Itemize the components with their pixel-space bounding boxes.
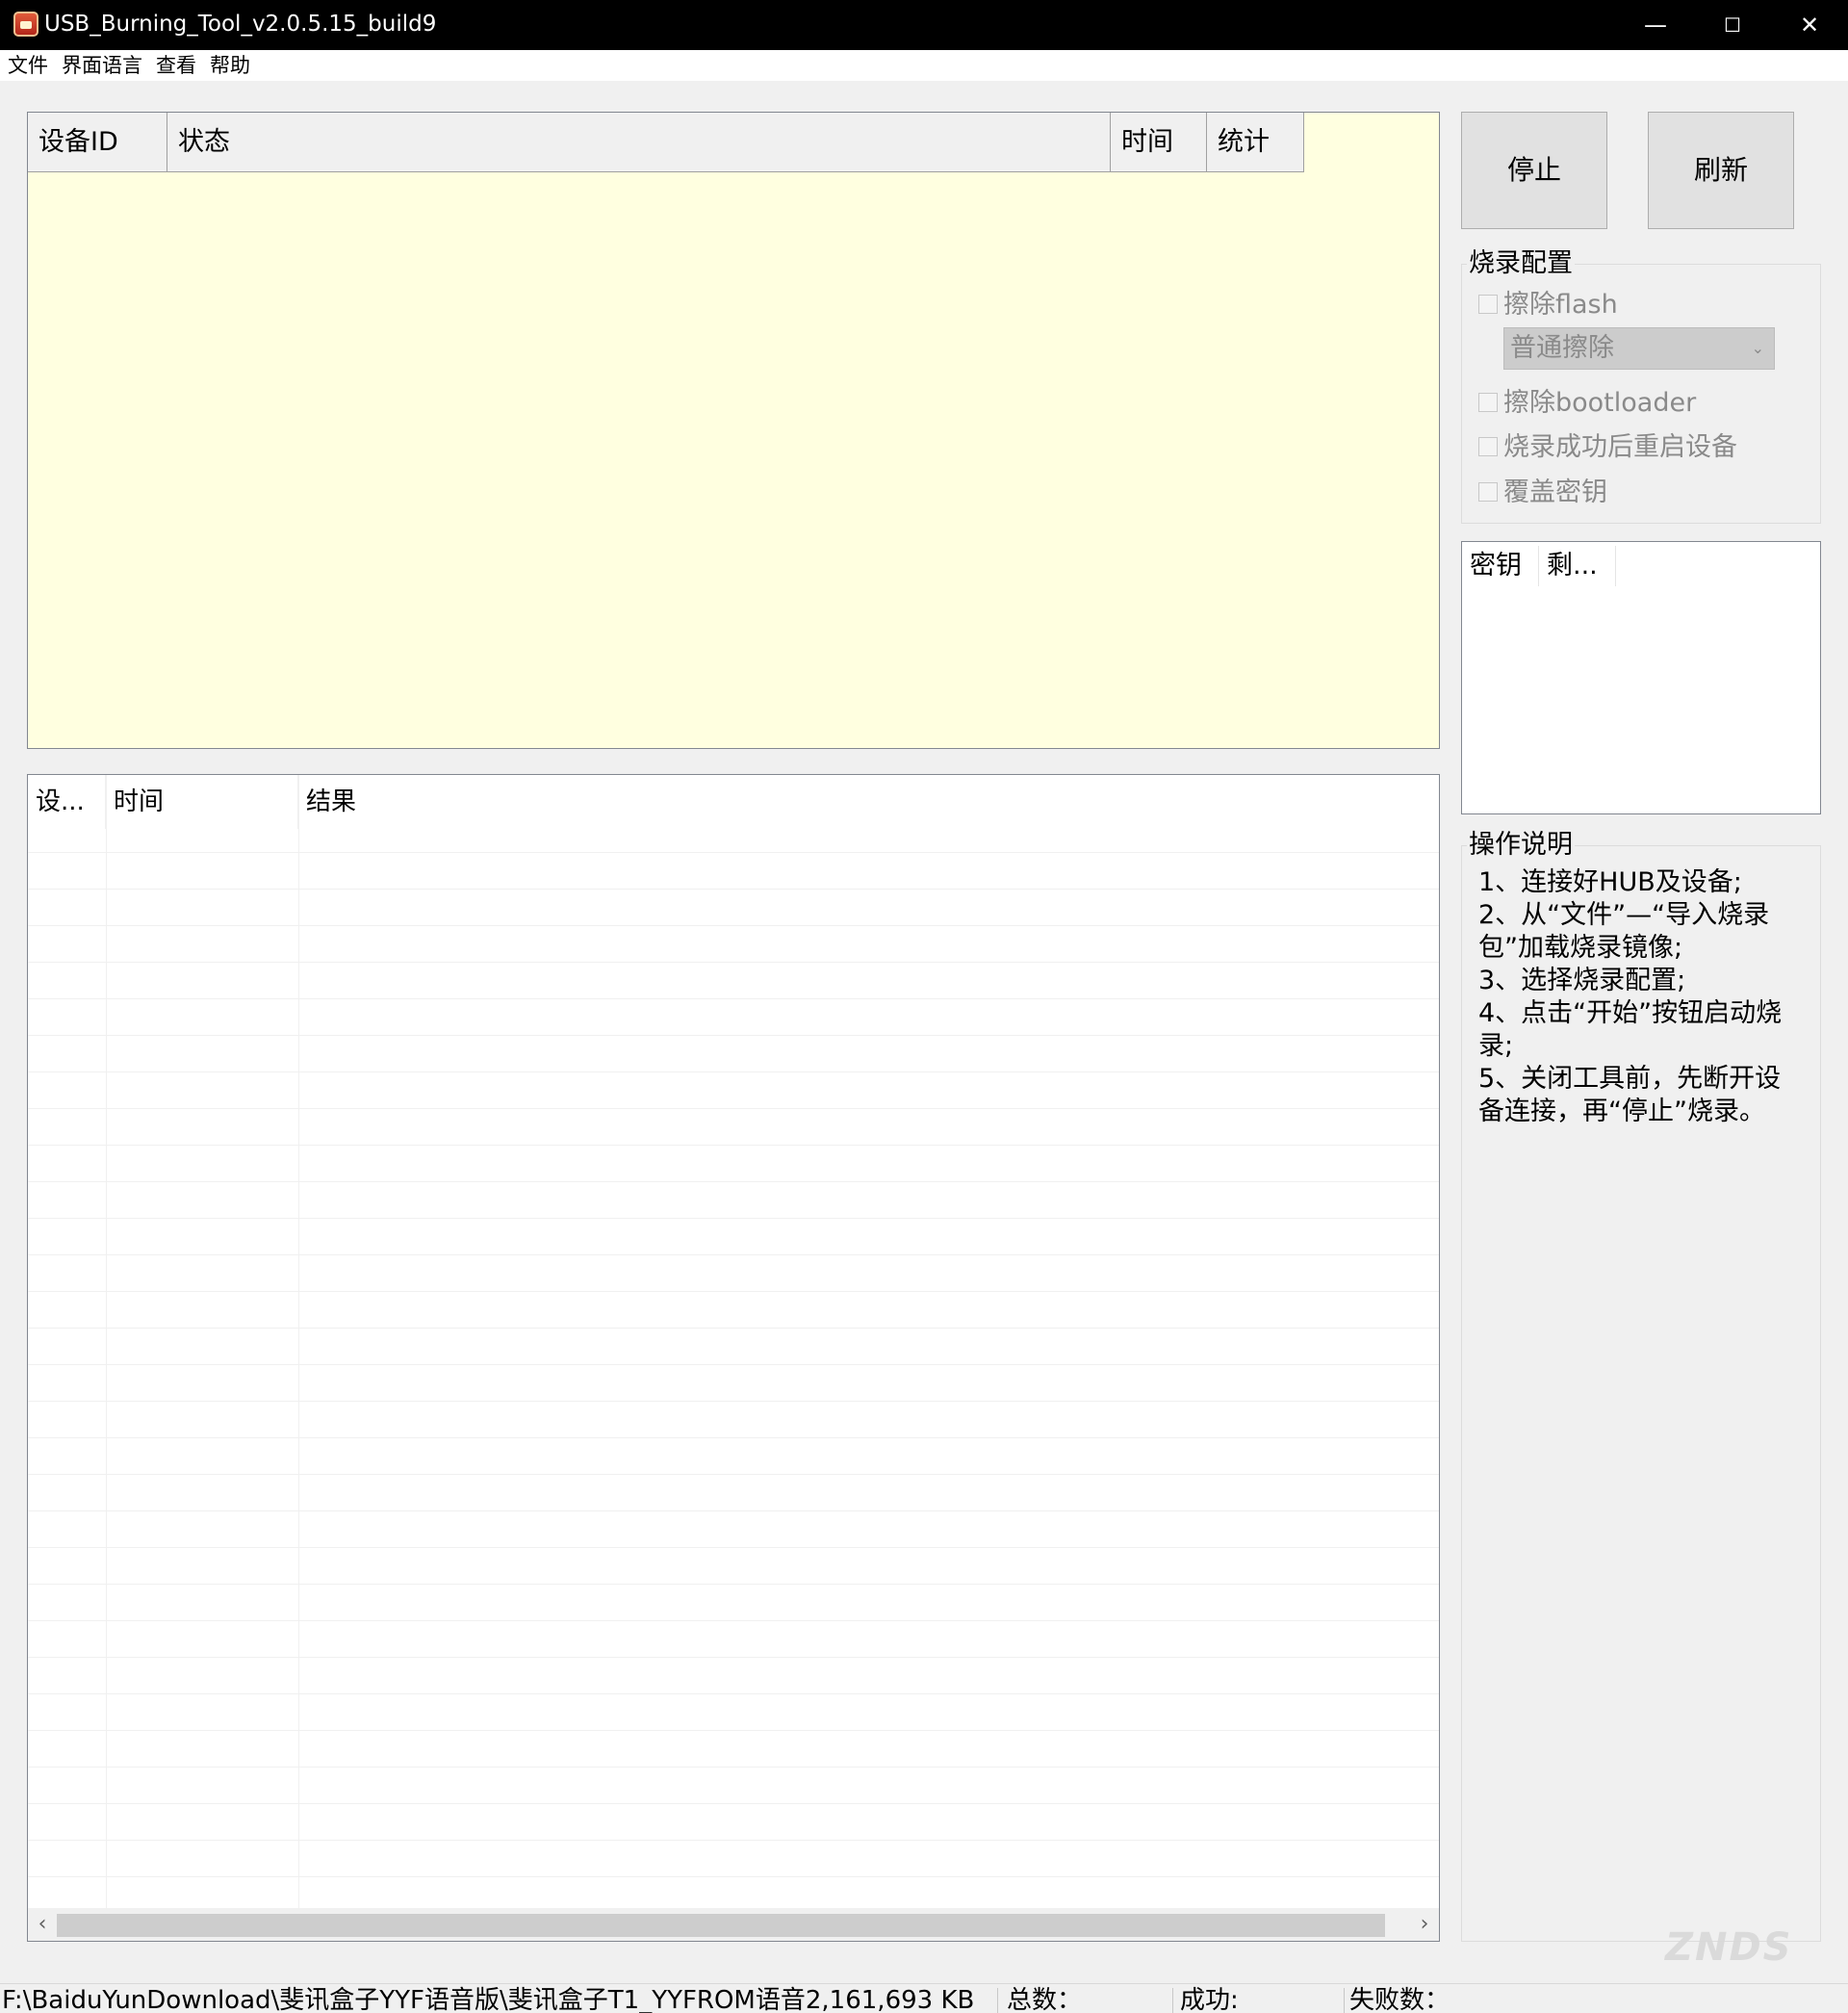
row-gridline xyxy=(28,1584,1439,1585)
column-status[interactable]: 状态 xyxy=(167,113,1111,172)
close-button[interactable]: ✕ xyxy=(1771,0,1848,50)
row-gridline xyxy=(28,1401,1439,1402)
scrollbar-thumb[interactable] xyxy=(57,1914,1385,1937)
key-column-key[interactable]: 密钥 xyxy=(1462,546,1539,586)
log-column-time[interactable]: 时间 xyxy=(106,775,298,829)
instructions-text: 1、连接好HUB及设备; 2、从“文件”—“导入烧录包”加载烧录镜像; 3、选择… xyxy=(1478,866,1806,1128)
log-table[interactable]: 设... 时间 结果 ‹ › xyxy=(27,774,1440,1942)
menu-view[interactable]: 查看 xyxy=(152,52,200,79)
instruction-line: 3、选择烧录配置; xyxy=(1478,966,1686,995)
key-list[interactable]: 密钥 剩... xyxy=(1461,541,1821,814)
row-gridline xyxy=(28,1803,1439,1804)
erase-flash-label: 擦除flash xyxy=(1503,290,1618,320)
row-gridline xyxy=(28,1767,1439,1768)
scroll-right-arrow-icon[interactable]: › xyxy=(1410,1908,1439,1941)
status-divider xyxy=(1172,1988,1173,2013)
instructions-title: 操作说明 xyxy=(1467,829,1575,862)
status-total: 总数： xyxy=(1007,1986,1083,2013)
row-gridline xyxy=(28,1474,1439,1475)
status-path-size: F:\BaiduYunDownload\斐讯盒子YYF语音版\斐讯盒子T1_YY… xyxy=(2,1986,975,2013)
burn-config-title: 烧录配置 xyxy=(1467,247,1575,280)
log-column-device[interactable]: 设... xyxy=(28,775,106,829)
row-gridline xyxy=(28,1071,1439,1072)
instruction-line: 5、关闭工具前，先断开设备连接，再“停止”烧录。 xyxy=(1478,1064,1782,1126)
row-gridline xyxy=(28,1547,1439,1548)
row-gridline xyxy=(28,852,1439,853)
row-gridline xyxy=(28,998,1439,999)
reboot-after-label: 烧录成功后重启设备 xyxy=(1503,432,1737,462)
overwrite-key-checkbox[interactable] xyxy=(1478,482,1498,502)
row-gridline xyxy=(28,1876,1439,1877)
row-gridline xyxy=(28,1657,1439,1658)
row-gridline xyxy=(28,1510,1439,1511)
status-fail: 失败数： xyxy=(1349,1986,1450,2013)
reboot-after-checkbox[interactable] xyxy=(1478,437,1498,456)
row-gridline xyxy=(28,1437,1439,1438)
row-gridline xyxy=(28,1693,1439,1694)
menu-help[interactable]: 帮助 xyxy=(206,52,254,79)
maximize-button[interactable]: ☐ xyxy=(1694,0,1771,50)
minimize-button[interactable]: — xyxy=(1617,0,1694,50)
column-stats[interactable]: 统计 xyxy=(1207,113,1304,172)
row-gridline xyxy=(28,1181,1439,1182)
status-success: 成功: xyxy=(1180,1986,1239,2013)
row-gridline xyxy=(28,1035,1439,1036)
erase-mode-value: 普通擦除 xyxy=(1510,333,1614,363)
menu-bar: 文件 界面语言 查看 帮助 xyxy=(0,50,1848,81)
key-column-remaining[interactable]: 剩... xyxy=(1539,546,1616,586)
window-title: USB_Burning_Tool_v2.0.5.15_build9 xyxy=(44,12,437,37)
column-divider xyxy=(106,775,107,1911)
column-time[interactable]: 时间 xyxy=(1111,113,1207,172)
row-gridline xyxy=(28,1364,1439,1365)
status-divider xyxy=(997,1988,998,2013)
log-column-result[interactable]: 结果 xyxy=(298,775,1439,829)
row-gridline xyxy=(28,925,1439,926)
horizontal-scrollbar[interactable]: ‹ › xyxy=(28,1908,1439,1941)
row-gridline xyxy=(28,1730,1439,1731)
row-gridline xyxy=(28,1840,1439,1841)
title-bar: USB_Burning_Tool_v2.0.5.15_build9 — ☐ ✕ xyxy=(0,0,1848,50)
row-gridline xyxy=(28,1218,1439,1219)
znds-watermark-logo: ZNDS xyxy=(1646,1916,1819,1974)
erase-flash-checkbox[interactable] xyxy=(1478,295,1498,314)
row-gridline xyxy=(28,1108,1439,1109)
instruction-line: 2、从“文件”—“导入烧录包”加载烧录镜像; xyxy=(1478,900,1770,963)
erase-bootloader-label: 擦除bootloader xyxy=(1503,388,1697,418)
menu-language[interactable]: 界面语言 xyxy=(58,52,146,79)
device-table[interactable]: 设备ID 状态 时间 统计 xyxy=(27,112,1440,749)
erase-mode-select[interactable]: 普通擦除 ⌄ xyxy=(1503,327,1775,370)
status-bar: F:\BaiduYunDownload\斐讯盒子YYF语音版\斐讯盒子T1_YY… xyxy=(0,1983,1848,2013)
instruction-line: 4、点击“开始”按钮启动烧录; xyxy=(1478,998,1783,1061)
scroll-left-arrow-icon[interactable]: ‹ xyxy=(28,1908,57,1941)
row-gridline xyxy=(28,1620,1439,1621)
row-gridline xyxy=(28,889,1439,890)
row-gridline xyxy=(28,1145,1439,1146)
column-device-id[interactable]: 设备ID xyxy=(28,113,167,172)
row-gridline xyxy=(28,1254,1439,1255)
instruction-line: 1、连接好HUB及设备; xyxy=(1478,867,1742,897)
erase-bootloader-checkbox[interactable] xyxy=(1478,393,1498,412)
menu-file[interactable]: 文件 xyxy=(4,52,52,79)
stop-button[interactable]: 停止 xyxy=(1461,112,1607,229)
chevron-down-icon: ⌄ xyxy=(1751,339,1764,357)
row-gridline xyxy=(28,1328,1439,1329)
refresh-button[interactable]: 刷新 xyxy=(1648,112,1794,229)
overwrite-key-label: 覆盖密钥 xyxy=(1503,477,1607,507)
row-gridline xyxy=(28,962,1439,963)
app-icon xyxy=(13,12,38,37)
column-divider xyxy=(298,775,299,1911)
watermark-text: ZNDS xyxy=(1665,1925,1793,1970)
status-divider xyxy=(1344,1988,1345,2013)
row-gridline xyxy=(28,1291,1439,1292)
